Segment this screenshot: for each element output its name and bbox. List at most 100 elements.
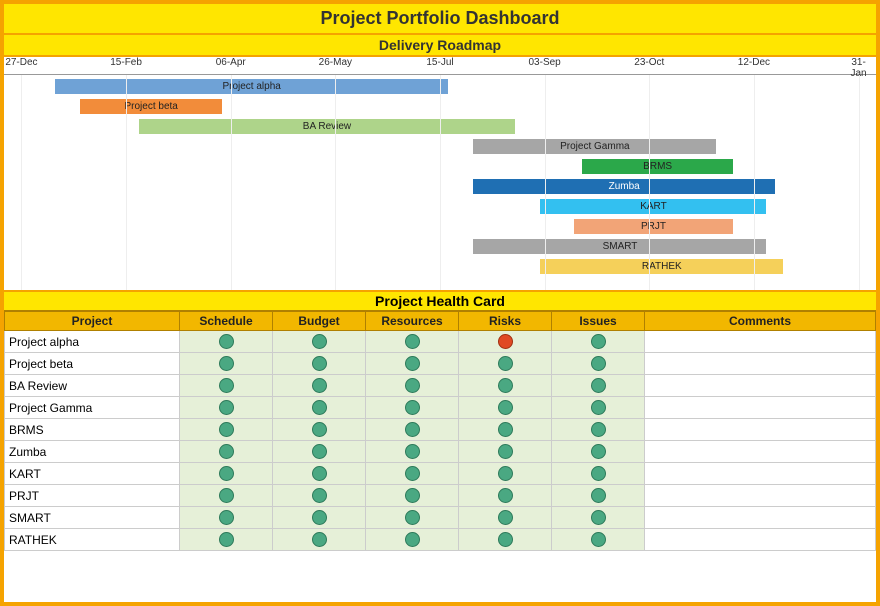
status-dot-green <box>312 400 327 415</box>
status-dot-green <box>312 356 327 371</box>
comments-cell <box>645 441 876 463</box>
status-cell <box>552 441 645 463</box>
comments-cell <box>645 463 876 485</box>
status-cell <box>273 397 366 419</box>
comments-cell <box>645 485 876 507</box>
status-cell <box>459 353 552 375</box>
status-cell <box>459 463 552 485</box>
project-cell: SMART <box>5 507 180 529</box>
status-cell <box>273 353 366 375</box>
status-cell <box>273 507 366 529</box>
project-cell: PRJT <box>5 485 180 507</box>
status-cell <box>366 419 459 441</box>
status-dot-green <box>312 422 327 437</box>
status-dot-green <box>312 378 327 393</box>
roadmap-chart: 27-Dec15-Feb06-Apr26-May15-Jul03-Sep23-O… <box>4 57 876 292</box>
status-cell <box>552 331 645 353</box>
gantt-bar: BRMS <box>582 159 733 174</box>
axis-tick: 23-Oct <box>634 57 664 68</box>
status-dot-green <box>312 334 327 349</box>
status-dot-green <box>312 510 327 525</box>
project-cell: BA Review <box>5 375 180 397</box>
status-dot-green <box>405 444 420 459</box>
status-cell <box>552 419 645 441</box>
status-dot-green <box>405 532 420 547</box>
status-dot-green <box>498 356 513 371</box>
gridline <box>649 75 650 290</box>
status-cell <box>552 507 645 529</box>
status-dot-green <box>405 378 420 393</box>
status-dot-green <box>405 488 420 503</box>
status-dot-green <box>405 510 420 525</box>
health-header-comments: Comments <box>645 312 876 331</box>
status-dot-green <box>498 532 513 547</box>
status-cell <box>273 529 366 551</box>
project-cell: Project beta <box>5 353 180 375</box>
status-cell <box>180 463 273 485</box>
status-dot-green <box>219 422 234 437</box>
project-cell: Zumba <box>5 441 180 463</box>
axis-tick: 15-Jul <box>426 57 453 68</box>
status-cell <box>180 331 273 353</box>
status-cell <box>180 529 273 551</box>
health-title: Project Health Card <box>4 292 876 311</box>
comments-cell <box>645 353 876 375</box>
axis-tick: 06-Apr <box>216 57 246 68</box>
comments-cell <box>645 507 876 529</box>
status-dot-green <box>498 422 513 437</box>
status-cell <box>180 419 273 441</box>
status-dot-green <box>591 334 606 349</box>
status-cell <box>180 485 273 507</box>
status-dot-green <box>498 400 513 415</box>
status-dot-green <box>498 488 513 503</box>
project-cell: Project Gamma <box>5 397 180 419</box>
roadmap-axis: 27-Dec15-Feb06-Apr26-May15-Jul03-Sep23-O… <box>4 57 876 75</box>
gantt-bar: KART <box>540 199 766 214</box>
status-dot-green <box>312 444 327 459</box>
table-row: KART <box>5 463 876 485</box>
status-cell <box>180 353 273 375</box>
status-dot-green <box>591 356 606 371</box>
status-dot-green <box>219 532 234 547</box>
axis-tick: 12-Dec <box>738 57 770 68</box>
status-cell <box>366 529 459 551</box>
table-row: PRJT <box>5 485 876 507</box>
status-dot-green <box>219 378 234 393</box>
status-dot-green <box>405 422 420 437</box>
gantt-bar: RATHEK <box>540 259 783 274</box>
status-cell <box>552 375 645 397</box>
status-cell <box>552 463 645 485</box>
status-cell <box>552 485 645 507</box>
status-dot-green <box>591 400 606 415</box>
status-dot-green <box>591 422 606 437</box>
table-row: SMART <box>5 507 876 529</box>
gridline <box>754 75 755 290</box>
page-title: Project Portfolio Dashboard <box>4 4 876 35</box>
status-dot-green <box>591 444 606 459</box>
status-cell <box>180 375 273 397</box>
project-cell: Project alpha <box>5 331 180 353</box>
comments-cell <box>645 375 876 397</box>
gridline <box>440 75 441 290</box>
status-cell <box>366 375 459 397</box>
status-dot-green <box>405 356 420 371</box>
table-row: Project Gamma <box>5 397 876 419</box>
status-cell <box>180 397 273 419</box>
status-dot-green <box>312 532 327 547</box>
status-cell <box>273 331 366 353</box>
comments-cell <box>645 397 876 419</box>
project-cell: RATHEK <box>5 529 180 551</box>
status-cell <box>459 485 552 507</box>
status-dot-green <box>312 466 327 481</box>
health-header-schedule: Schedule <box>180 312 273 331</box>
gridline <box>859 75 860 290</box>
status-dot-green <box>219 334 234 349</box>
gantt-bar: Project beta <box>80 99 222 114</box>
health-header-risks: Risks <box>459 312 552 331</box>
status-cell <box>552 353 645 375</box>
comments-cell <box>645 331 876 353</box>
gridline <box>21 75 22 290</box>
status-dot-green <box>405 466 420 481</box>
axis-tick: 15-Feb <box>110 57 142 68</box>
comments-cell <box>645 529 876 551</box>
